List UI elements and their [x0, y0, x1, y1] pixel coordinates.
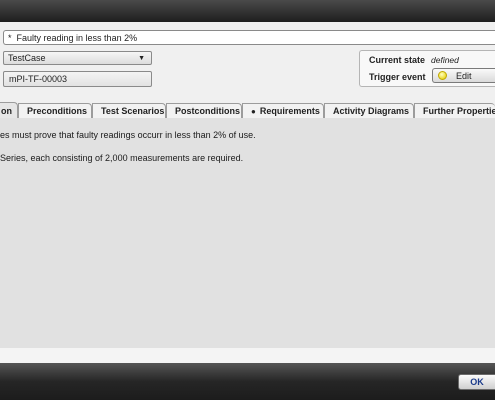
id-value: mPI-TF-00003	[9, 74, 68, 84]
tab-strip: on Preconditions Test Scenarios Postcond…	[0, 102, 495, 119]
id-field[interactable]: mPI-TF-00003	[3, 71, 152, 87]
tab-label: Requirements	[259, 106, 320, 116]
tab-further-properties[interactable]: Further Properties	[414, 103, 495, 118]
tab-preconditions[interactable]: Preconditions	[18, 103, 92, 118]
bullet-icon: ●	[251, 106, 256, 116]
chevron-down-icon: ▼	[138, 54, 145, 62]
content-footer-gap	[0, 348, 495, 363]
description-line: Series, each consisting of 2,000 measure…	[0, 153, 244, 163]
required-marker: *	[8, 32, 12, 43]
tab-label: Postconditions	[175, 106, 240, 116]
tab-activity-diagrams[interactable]: Activity Diagrams	[324, 103, 414, 118]
current-state-label: Current state	[369, 55, 426, 65]
dialog-button-bar: OK	[0, 363, 495, 400]
edit-trigger-button[interactable]: Edit	[432, 68, 495, 83]
tab-label: Further Properties	[423, 106, 495, 116]
tab-test-scenarios[interactable]: Test Scenarios	[92, 103, 166, 118]
current-state-value: defined	[431, 55, 459, 65]
window-title-bar[interactable]	[0, 0, 495, 22]
name-value: Faulty reading in less than 2%	[16, 32, 138, 43]
trigger-event-label: Trigger event	[369, 72, 426, 82]
ok-button[interactable]: OK	[458, 374, 495, 390]
status-light-icon	[438, 71, 447, 80]
tab-label: Test Scenarios	[101, 106, 165, 116]
state-panel: Current state defined Trigger event Edit	[359, 50, 495, 87]
tab-label: on	[1, 106, 12, 116]
tab-requirements[interactable]: ● Requirements	[242, 103, 324, 118]
name-field[interactable]: * Faulty reading in less than 2%	[3, 30, 495, 45]
tab-postconditions[interactable]: Postconditions	[166, 103, 242, 118]
type-select-value: TestCase	[8, 53, 46, 63]
tab-description[interactable]: on	[0, 102, 18, 119]
type-select[interactable]: TestCase ▼	[3, 51, 152, 65]
edit-button-label: Edit	[456, 70, 472, 81]
description-line: es must prove that faulty readings occur…	[0, 130, 256, 140]
tab-label: Preconditions	[27, 106, 88, 116]
description-content[interactable]: es must prove that faulty readings occur…	[0, 118, 495, 348]
tab-label: Activity Diagrams	[333, 106, 410, 116]
